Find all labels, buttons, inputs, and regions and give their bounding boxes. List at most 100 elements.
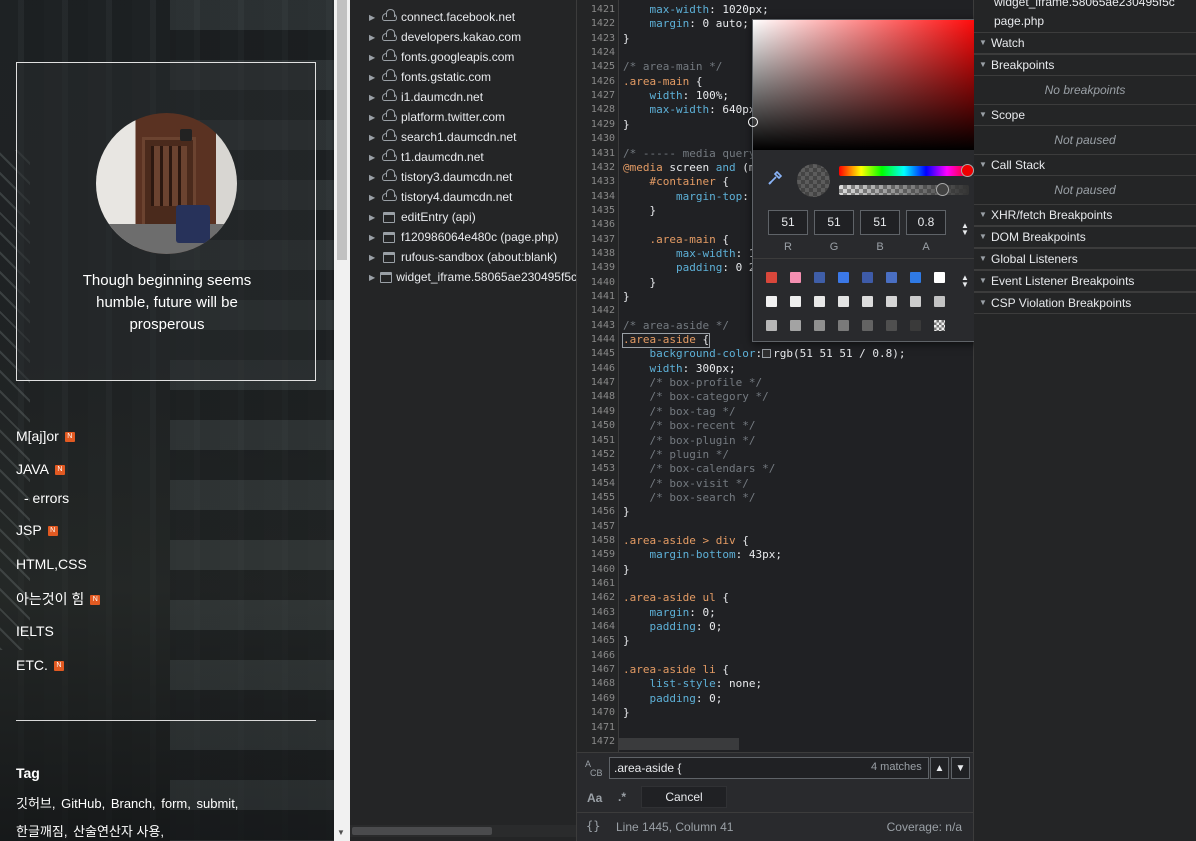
line-number[interactable]: 1434 (577, 190, 615, 204)
code-text[interactable]: width: 100%; (623, 89, 729, 103)
line-number[interactable]: 1428 (577, 103, 615, 117)
palette-swatch[interactable] (886, 320, 897, 331)
palette-swatch[interactable] (862, 272, 873, 283)
line-number[interactable]: 1455 (577, 491, 615, 505)
code-text[interactable]: max-width: 1 (623, 247, 755, 261)
line-number[interactable]: 1456 (577, 505, 615, 519)
line-number[interactable]: 1427 (577, 89, 615, 103)
code-text[interactable]: /* box-profile */ (623, 376, 763, 390)
line-number[interactable]: 1446 (577, 362, 615, 376)
expand-arrow-icon[interactable]: ▶ (369, 233, 379, 242)
scrollbar-thumb[interactable] (337, 0, 347, 260)
palette-swatch[interactable] (934, 320, 945, 331)
tree-domain-item[interactable]: ▶ i1.daumcdn.net (350, 87, 576, 107)
line-number[interactable]: 1472 (577, 735, 615, 749)
category-item[interactable]: - errors (24, 490, 69, 506)
code-text[interactable]: .area-main { (623, 233, 729, 247)
tag-link[interactable]: form, (161, 796, 191, 811)
tree-frame-item[interactable]: ▶ f120986064e480c (page.php) (350, 227, 576, 247)
code-text[interactable]: /* area-main */ (623, 60, 722, 74)
hue-slider[interactable] (839, 164, 974, 177)
code-text[interactable]: /* box-tag */ (623, 405, 736, 419)
collapse-arrow-icon[interactable]: ▼ (979, 205, 987, 225)
code-text[interactable]: /* plugin */ (623, 448, 729, 462)
palette-swatch[interactable] (910, 320, 921, 331)
code-text[interactable]: } (623, 204, 656, 218)
code-text[interactable]: #container { (623, 175, 729, 189)
code-text[interactable]: } (623, 505, 630, 519)
line-number[interactable]: 1431 (577, 147, 615, 161)
code-text[interactable]: } (623, 276, 656, 290)
code-text[interactable]: .area-main { (623, 75, 702, 89)
expand-arrow-icon[interactable]: ▶ (369, 113, 379, 122)
code-text[interactable]: /* area-aside */ (623, 319, 729, 333)
line-number[interactable]: 1458 (577, 534, 615, 548)
tree-domain-item[interactable]: ▶ connect.facebook.net (350, 7, 576, 27)
code-text[interactable]: } (623, 634, 630, 648)
line-number[interactable]: 1459 (577, 548, 615, 562)
code-text[interactable]: background-color: rgb(51 51 51 / 0.8); (623, 347, 906, 361)
blue-input[interactable]: 51 (860, 210, 900, 235)
tree-frame-item[interactable]: ▶ editEntry (api) (350, 207, 576, 227)
palette-toggle-icon[interactable]: ▲ ▼ (961, 274, 969, 289)
line-number[interactable]: 1440 (577, 276, 615, 290)
line-number[interactable]: 1467 (577, 663, 615, 677)
line-number[interactable]: 1445 (577, 347, 615, 361)
line-number[interactable]: 1453 (577, 462, 615, 476)
expand-arrow-icon[interactable]: ▶ (369, 133, 379, 142)
cancel-button[interactable]: Cancel (641, 786, 727, 808)
alpha-slider[interactable] (839, 183, 969, 196)
section-header-event-listener-breakpoints[interactable]: ▼ Event Listener Breakpoints (974, 270, 1196, 292)
line-number[interactable]: 1432 (577, 161, 615, 175)
code-text[interactable]: } (623, 706, 630, 720)
tree-domain-item[interactable]: ▶ tistory4.daumcdn.net (350, 187, 576, 207)
code-text[interactable]: /* box-plugin */ (623, 434, 756, 448)
line-number[interactable]: 1424 (577, 46, 615, 60)
code-text[interactable]: margin: 0; (623, 606, 716, 620)
collapse-arrow-icon[interactable]: ▼ (979, 155, 987, 175)
green-input[interactable]: 51 (814, 210, 854, 235)
line-number[interactable]: 1430 (577, 132, 615, 146)
expand-arrow-icon[interactable]: ▶ (369, 173, 379, 182)
tree-domain-item[interactable]: ▶ fonts.gstatic.com (350, 67, 576, 87)
palette-swatch[interactable] (766, 296, 777, 307)
code-text[interactable]: max-width: 640px (623, 103, 756, 117)
section-header-scope[interactable]: ▼ Scope (974, 104, 1196, 126)
code-text[interactable]: /* ----- media query (623, 147, 755, 161)
palette-swatch[interactable] (886, 272, 897, 283)
hue-slider-knob[interactable] (960, 164, 974, 177)
code-text[interactable]: .area-aside ul { (623, 591, 729, 605)
tag-link[interactable]: 한글깨짐, (16, 824, 67, 839)
line-number[interactable]: 1439 (577, 261, 615, 275)
line-number[interactable]: 1457 (577, 520, 615, 534)
tree-frame-item[interactable]: ▶ widget_iframe.58065ae230495f5c (350, 267, 576, 287)
scrollbar-thumb[interactable] (352, 827, 492, 835)
line-number[interactable]: 1463 (577, 606, 615, 620)
line-number[interactable]: 1454 (577, 477, 615, 491)
tag-link[interactable]: 깃허브, (16, 796, 56, 811)
collapse-arrow-icon[interactable]: ▼ (979, 33, 987, 53)
code-text[interactable]: max-width: 1020px; (623, 3, 769, 17)
expand-arrow-icon[interactable]: ▶ (369, 193, 379, 202)
tag-link[interactable]: submit, (197, 796, 239, 811)
code-text[interactable]: } (623, 290, 630, 304)
expand-arrow-icon[interactable]: ▶ (369, 273, 377, 282)
line-number[interactable]: 1437 (577, 233, 615, 247)
section-header-breakpoints[interactable]: ▼ Breakpoints (974, 54, 1196, 76)
tree-domain-item[interactable]: ▶ search1.daumcdn.net (350, 127, 576, 147)
line-number[interactable]: 1442 (577, 304, 615, 318)
line-number[interactable]: 1461 (577, 577, 615, 591)
scrollbar-thumb[interactable] (619, 738, 739, 750)
tree-domain-item[interactable]: ▶ developers.kakao.com (350, 27, 576, 47)
code-text[interactable]: .area-aside li { (623, 663, 729, 677)
tree-domain-item[interactable]: ▶ tistory3.daumcdn.net (350, 167, 576, 187)
collapse-arrow-icon[interactable]: ▼ (979, 249, 987, 269)
expand-arrow-icon[interactable]: ▶ (369, 213, 379, 222)
expand-arrow-icon[interactable]: ▶ (369, 93, 379, 102)
palette-swatch[interactable] (838, 320, 849, 331)
palette-swatch[interactable] (934, 272, 945, 283)
palette-swatch[interactable] (838, 296, 849, 307)
collapse-arrow-icon[interactable]: ▼ (979, 293, 987, 313)
code-text[interactable]: /* box-recent */ (623, 419, 756, 433)
palette-swatch[interactable] (886, 296, 897, 307)
